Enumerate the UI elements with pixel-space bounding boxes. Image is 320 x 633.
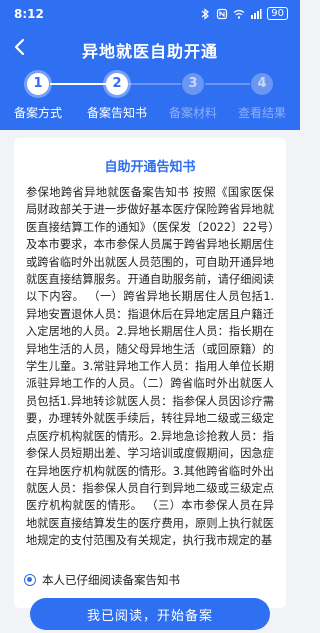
notice-title: 自助开通告知书 — [104, 160, 196, 175]
agreement-checkbox[interactable]: 本人已仔细阅读备案告知书 — [24, 572, 180, 588]
status-time: 8:12 — [14, 7, 44, 21]
step-1-circle: 1 — [27, 73, 49, 95]
nfc-icon — [217, 8, 228, 19]
notice-body: 参保地跨省异地就医备案告知书 按照《国家医保局财政部关于进一步做好基本医疗保险跨… — [26, 186, 274, 548]
title-bar: 异地就医自助开通 — [0, 28, 300, 68]
battery-indicator: 90 — [267, 7, 288, 20]
step-connector-3 — [205, 83, 250, 85]
wifi-icon — [233, 9, 245, 19]
step-4-label: 查看结果 — [237, 106, 286, 120]
step-3-circle: 3 — [182, 73, 204, 95]
signal-icon — [251, 8, 262, 19]
agreement-radio-icon[interactable] — [24, 574, 36, 586]
step-2-label: 备案告知书 — [86, 106, 147, 120]
step-1-label: 备案方式 — [13, 106, 62, 120]
bluetooth-icon — [201, 7, 210, 20]
step-connector-1 — [50, 83, 114, 85]
page-title: 异地就医自助开通 — [81, 42, 218, 61]
status-bar: 8:12 90 — [0, 0, 300, 28]
step-2-circle: 2 — [106, 73, 128, 95]
status-icons: 90 — [199, 7, 288, 20]
start-filing-button[interactable]: 我已阅读，开始备案 — [30, 598, 270, 630]
step-connector-2 — [128, 83, 181, 85]
step-progress: 1 2 3 4 备案方式 备案告知书 备案材料 查看结果 — [0, 68, 300, 128]
agreement-label: 本人已仔细阅读备案告知书 — [42, 573, 180, 587]
step-4-circle: 4 — [251, 73, 273, 95]
notice-card[interactable]: 自助开通告知书 参保地跨省异地就医备案告知书 按照《国家医保局财政部关于进一步做… — [14, 138, 286, 608]
step-3-label: 备案材料 — [168, 106, 217, 120]
